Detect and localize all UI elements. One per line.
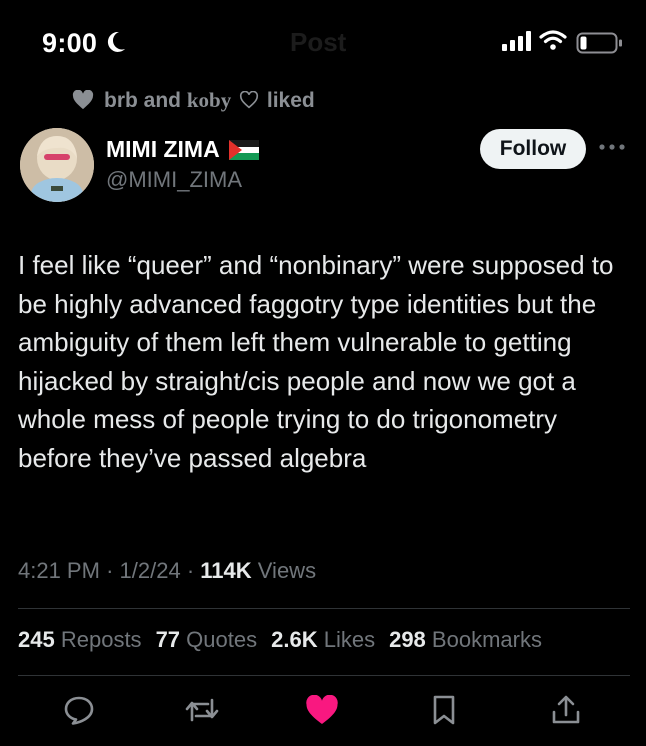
reply-icon — [64, 696, 94, 725]
reposts-label: Reposts — [60, 627, 142, 652]
divider — [18, 675, 630, 676]
status-bar: 9:00 Post — [0, 0, 646, 84]
reposts-count: 245 — [18, 627, 55, 652]
likes-count: 2.6K — [271, 627, 318, 652]
views-label: Views — [257, 558, 317, 583]
heart-outline-icon — [240, 90, 259, 108]
reposts-stat[interactable]: 245 Reposts — [18, 627, 142, 653]
wifi-icon — [539, 30, 567, 50]
more-icon[interactable] — [598, 140, 626, 154]
bookmark-icon — [433, 695, 455, 725]
social-context-text: brb and koby liked — [104, 88, 315, 113]
share-icon — [552, 695, 580, 724]
like-icon — [306, 695, 338, 724]
likes-label: Likes — [323, 627, 376, 652]
heart-icon — [72, 90, 94, 110]
palestine-flag-icon — [228, 139, 259, 160]
bookmarks-count: 298 — [389, 627, 426, 652]
page-title: Post — [290, 27, 347, 57]
bookmark-button[interactable] — [424, 690, 464, 730]
signal-icon — [502, 31, 531, 51]
quotes-count: 77 — [155, 627, 181, 652]
follow-button[interactable]: Follow — [480, 129, 586, 169]
like-button[interactable] — [302, 690, 342, 730]
liked-label: liked — [266, 88, 315, 112]
display-name-text: MIMI ZIMA — [106, 136, 220, 162]
author-handle[interactable]: @MIMI_ZIMA — [106, 167, 242, 193]
share-button[interactable] — [546, 690, 586, 730]
avatar-image — [20, 128, 94, 202]
tweet-time: 4:21 PM — [18, 558, 100, 583]
quotes-stat[interactable]: 77 Quotes — [156, 627, 258, 653]
status-time: 9:00 — [42, 28, 98, 58]
social-context[interactable]: brb and koby liked — [72, 86, 315, 114]
battery-icon — [576, 32, 622, 54]
bookmarks-label: Bookmarks — [431, 627, 542, 652]
tweet-date: 1/2/24 — [119, 558, 181, 583]
liked-by-names: brb and — [104, 88, 181, 112]
quotes-label: Quotes — [186, 627, 258, 652]
repost-button[interactable] — [182, 690, 222, 730]
liked-by-name-koby: koby — [186, 87, 232, 112]
views-count: 114K — [200, 558, 252, 583]
tweet-text: I feel like “queer” and “nonbinary” were… — [18, 250, 614, 473]
reply-button[interactable] — [59, 690, 99, 730]
bookmarks-stat[interactable]: 298 Bookmarks — [389, 627, 542, 653]
likes-stat[interactable]: 2.6K Likes — [271, 627, 375, 653]
avatar[interactable] — [20, 128, 94, 202]
action-bar — [0, 690, 646, 736]
divider — [18, 608, 630, 609]
engagement-stats: 245 Reposts 77 Quotes 2.6K Likes 298 Boo… — [18, 627, 542, 653]
moon-icon — [107, 31, 125, 52]
meta-separator: · — [106, 558, 114, 583]
tweet-meta: 4:21 PM · 1/2/24 · 114K Views — [18, 558, 316, 584]
author-display-name[interactable]: MIMI ZIMA — [106, 136, 259, 163]
meta-separator: · — [186, 558, 195, 583]
repost-icon — [185, 698, 219, 722]
